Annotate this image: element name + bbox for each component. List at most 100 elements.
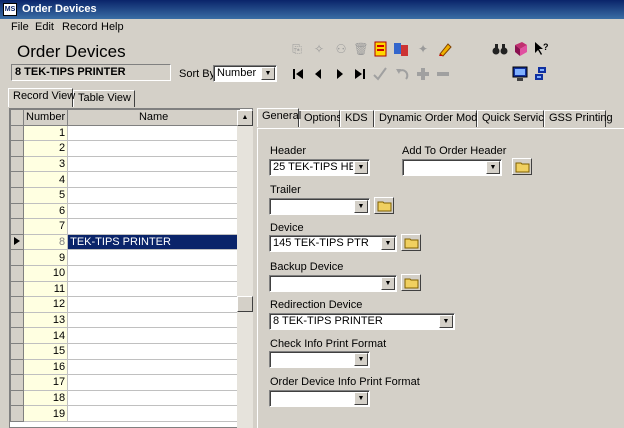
table-row[interactable]: 18: [10, 389, 241, 407]
row-name-cell[interactable]: [67, 389, 241, 407]
row-number-cell[interactable]: 10: [22, 264, 69, 282]
device-browse-button[interactable]: [401, 234, 421, 251]
chevron-down-icon[interactable]: ▼: [261, 67, 275, 80]
menu-record[interactable]: Record: [60, 21, 99, 33]
report-icon[interactable]: [373, 41, 389, 57]
row-number-cell[interactable]: 5: [22, 186, 69, 204]
last-record-icon[interactable]: [353, 66, 367, 82]
previous-record-icon[interactable]: [311, 66, 325, 82]
delete-record-icon[interactable]: [436, 66, 450, 82]
row-name-cell[interactable]: [67, 264, 241, 282]
table-row[interactable]: 10: [10, 264, 241, 282]
table-row[interactable]: 11: [10, 280, 241, 298]
scroll-up-icon[interactable]: ▲: [237, 110, 253, 126]
tab-dynamic-order-mode[interactable]: Dynamic Order Mode: [374, 110, 484, 127]
row-selector[interactable]: [10, 296, 24, 313]
row-number-cell[interactable]: 6: [22, 202, 69, 220]
chevron-down-icon[interactable]: ▼: [354, 200, 368, 213]
add-to-order-header-browse-button[interactable]: [512, 158, 532, 175]
row-number-cell[interactable]: 13: [22, 311, 69, 329]
row-selector[interactable]: [10, 405, 24, 422]
table-row[interactable]: 13: [10, 311, 241, 329]
row-name-cell[interactable]: [67, 249, 241, 266]
row-selector[interactable]: [10, 264, 24, 282]
row-name-cell[interactable]: [67, 202, 241, 220]
row-name-cell[interactable]: [67, 296, 241, 313]
row-name-cell[interactable]: [67, 405, 241, 422]
help-pointer-icon[interactable]: ?: [533, 41, 549, 57]
row-number-cell[interactable]: 17: [22, 374, 69, 391]
row-selector[interactable]: [10, 311, 24, 329]
tab-table-view[interactable]: Table View: [73, 90, 135, 107]
row-selector[interactable]: [10, 171, 24, 188]
tab-general[interactable]: General: [257, 108, 301, 127]
table-row[interactable]: 1: [10, 124, 241, 142]
row-name-cell[interactable]: [67, 280, 241, 298]
backup-device-select[interactable]: ▼: [269, 275, 397, 292]
trailer-browse-button[interactable]: [374, 197, 394, 214]
pencil-icon[interactable]: [437, 41, 453, 57]
row-number-cell[interactable]: 18: [22, 389, 69, 407]
chevron-down-icon[interactable]: ▼: [354, 392, 368, 405]
document-set-icon[interactable]: [393, 41, 409, 57]
grid-scrollbar[interactable]: ▲: [237, 110, 253, 428]
row-number-cell[interactable]: 4: [22, 171, 69, 188]
monitor-icon[interactable]: [512, 66, 528, 82]
row-name-cell[interactable]: [67, 186, 241, 204]
row-selector[interactable]: [10, 327, 24, 344]
device-select[interactable]: 145 TEK-TIPS PTR ▼: [269, 235, 397, 252]
chevron-down-icon[interactable]: ▼: [381, 277, 395, 290]
tab-quick-service[interactable]: Quick Service: [477, 110, 550, 127]
copy-icon[interactable]: ⎘: [289, 41, 305, 57]
trash-icon[interactable]: 🗑: [353, 41, 369, 57]
menu-help[interactable]: Help: [99, 21, 126, 33]
row-selector[interactable]: [10, 155, 24, 173]
network-settings-icon[interactable]: [533, 66, 549, 82]
tab-kds[interactable]: KDS: [340, 110, 374, 127]
menu-edit[interactable]: Edit: [33, 21, 56, 33]
row-selector[interactable]: [10, 249, 24, 266]
row-selector[interactable]: [10, 280, 24, 298]
row-number-cell[interactable]: 2: [22, 140, 69, 157]
row-selector[interactable]: [10, 202, 24, 220]
table-row[interactable]: 19: [10, 405, 241, 422]
table-row[interactable]: 9: [10, 249, 241, 266]
row-selector[interactable]: [10, 218, 24, 235]
redirection-device-select[interactable]: 8 TEK-TIPS PRINTER ▼: [269, 313, 455, 330]
table-row[interactable]: 12: [10, 296, 241, 313]
row-name-cell[interactable]: [67, 218, 241, 235]
row-name-cell[interactable]: [67, 171, 241, 188]
row-name-cell[interactable]: [67, 311, 241, 329]
book-icon[interactable]: [513, 41, 529, 57]
menu-file[interactable]: File: [9, 21, 31, 33]
row-name-cell[interactable]: [67, 124, 241, 142]
row-number-cell[interactable]: 12: [22, 296, 69, 313]
row-name-cell[interactable]: [67, 327, 241, 344]
table-row[interactable]: 16: [10, 358, 241, 376]
chevron-down-icon[interactable]: ▼: [486, 161, 500, 174]
table-row[interactable]: 4: [10, 171, 241, 188]
order-device-info-print-format-select[interactable]: ▼: [269, 390, 370, 407]
check-info-print-format-select[interactable]: ▼: [269, 351, 370, 368]
row-number-cell[interactable]: 8: [22, 233, 69, 251]
table-row[interactable]: 17: [10, 374, 241, 391]
trailer-select[interactable]: ▼: [269, 198, 370, 215]
check-icon[interactable]: [373, 66, 387, 82]
column-header-number[interactable]: Number: [22, 109, 69, 126]
row-name-cell[interactable]: [67, 358, 241, 376]
row-selector[interactable]: [10, 342, 24, 360]
row-number-cell[interactable]: 9: [22, 249, 69, 266]
row-selector[interactable]: [10, 358, 24, 376]
row-selector[interactable]: [10, 140, 24, 157]
undo-icon[interactable]: [395, 66, 409, 82]
row-selector[interactable]: [10, 186, 24, 204]
header-select[interactable]: 25 TEK-TIPS HEAI ▼: [269, 159, 370, 176]
chevron-down-icon[interactable]: ▼: [354, 161, 368, 174]
row-number-cell[interactable]: 1: [22, 124, 69, 142]
row-selector[interactable]: [10, 233, 24, 251]
backup-device-browse-button[interactable]: [401, 274, 421, 291]
row-number-cell[interactable]: 16: [22, 358, 69, 376]
magic-wand-icon[interactable]: ✦: [415, 41, 431, 57]
table-row[interactable]: 15: [10, 342, 241, 360]
chevron-down-icon[interactable]: ▼: [381, 237, 395, 250]
